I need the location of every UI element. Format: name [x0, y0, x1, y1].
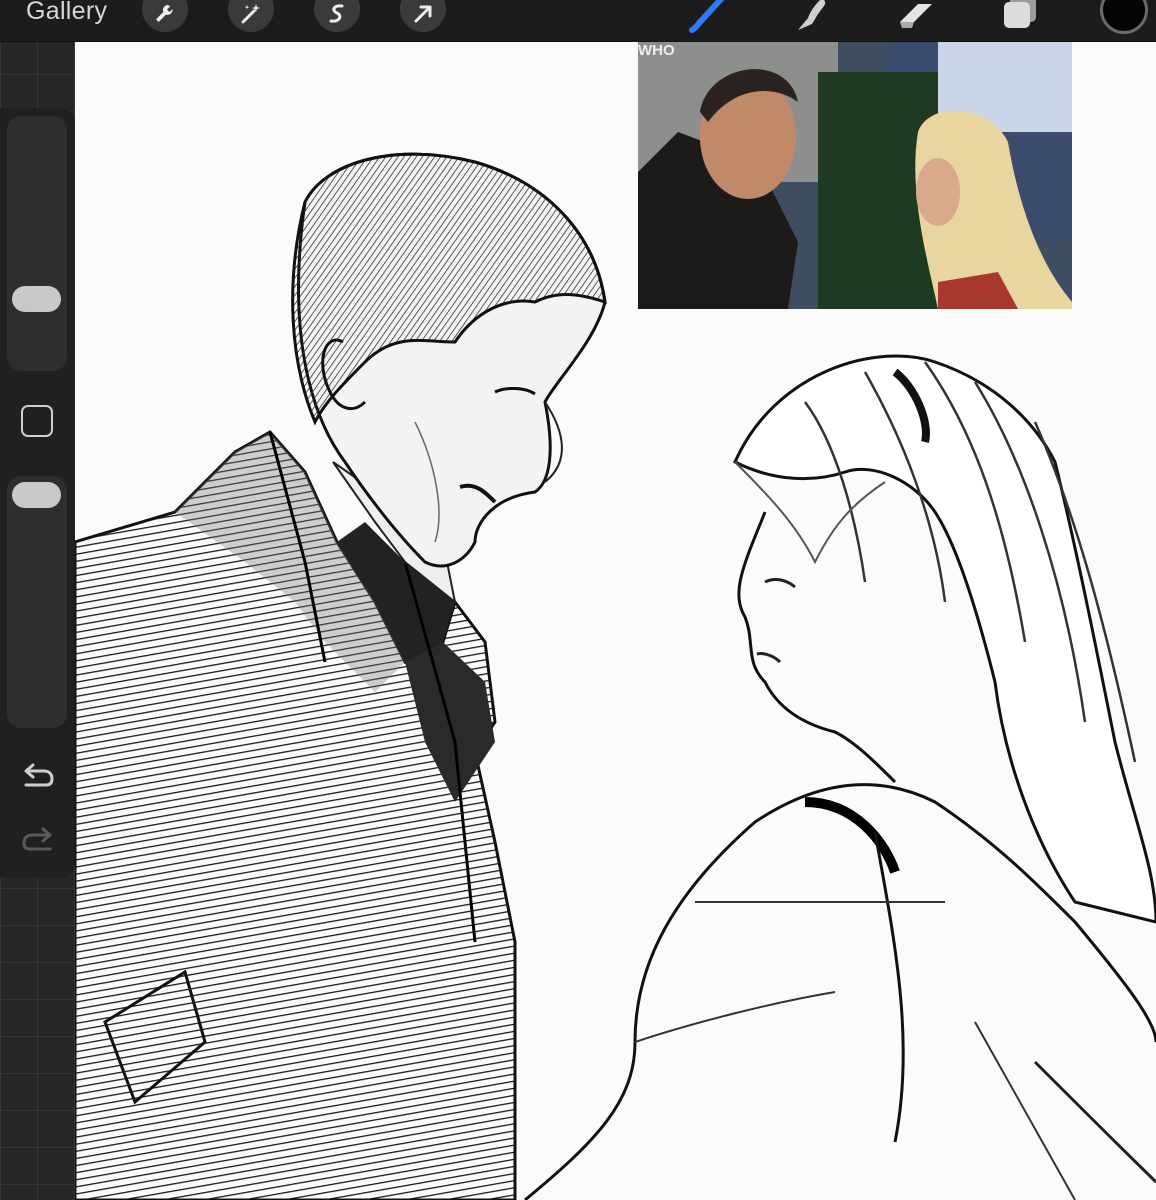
wrench-icon[interactable]: [142, 0, 188, 32]
magic-wand-icon[interactable]: [228, 0, 274, 32]
reference-logo-watermark: WHO: [638, 42, 675, 59]
reference-photo-image: [638, 42, 1072, 309]
modify-square-icon[interactable]: [21, 405, 53, 437]
opacity-thumb[interactable]: [12, 482, 61, 508]
brush-icon[interactable]: [688, 0, 728, 34]
selection-s-icon[interactable]: [314, 0, 360, 32]
opacity-slider[interactable]: [7, 476, 67, 728]
top-toolbar: Gallery: [0, 0, 1156, 42]
brush-size-thumb[interactable]: [12, 286, 61, 312]
brush-size-slider[interactable]: [7, 116, 67, 371]
arrow-cursor-icon[interactable]: [400, 0, 446, 32]
reference-photo[interactable]: WHO: [638, 42, 1072, 309]
left-sidebar: [0, 108, 75, 878]
redo-icon[interactable]: [20, 825, 56, 855]
layers-icon[interactable]: [1000, 0, 1040, 34]
color-picker-swatch[interactable]: [1100, 0, 1148, 34]
smudge-finger-icon[interactable]: [792, 0, 832, 34]
gallery-button[interactable]: Gallery: [26, 0, 107, 26]
undo-icon[interactable]: [20, 761, 56, 791]
eraser-icon[interactable]: [896, 0, 936, 34]
